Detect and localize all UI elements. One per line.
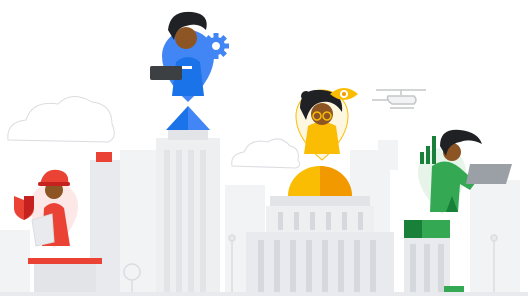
civic-tech-illustration xyxy=(0,0,528,296)
building-right xyxy=(404,220,464,296)
gear-icon xyxy=(203,33,229,59)
bar-chart-icon xyxy=(420,136,436,164)
laptop-icon xyxy=(150,66,182,80)
ground xyxy=(0,292,528,296)
cloud-left xyxy=(7,96,115,143)
shield-icon xyxy=(14,196,34,220)
helicopter-icon xyxy=(372,89,426,109)
city-illustration xyxy=(0,11,528,296)
cloud-middle xyxy=(231,138,301,169)
yellow-pin-person xyxy=(295,88,358,161)
blue-pin-person xyxy=(150,11,229,102)
building-central-tower xyxy=(156,106,220,296)
tablet-icon xyxy=(466,164,512,184)
